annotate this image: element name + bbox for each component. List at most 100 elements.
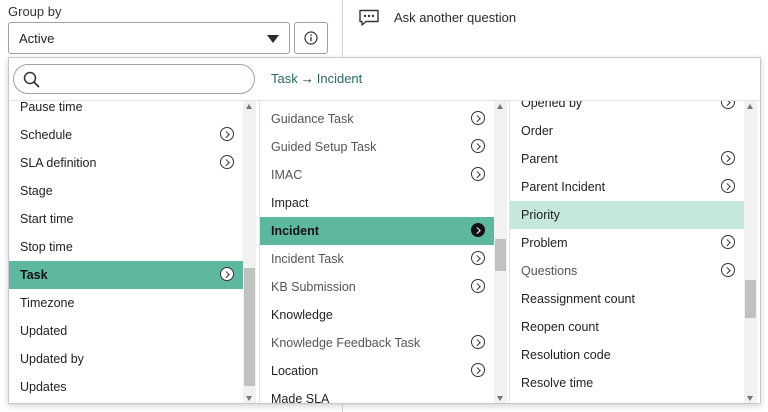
list-item[interactable]: Timezone bbox=[9, 289, 243, 317]
chevron-right-circle-icon[interactable] bbox=[220, 155, 234, 169]
search-icon bbox=[23, 71, 40, 88]
list-item[interactable]: IMAC bbox=[260, 161, 494, 189]
list-item-label: Parent bbox=[521, 152, 558, 166]
list-item[interactable]: Problem bbox=[510, 229, 744, 257]
info-icon bbox=[304, 31, 318, 45]
chat-bubble-icon bbox=[359, 9, 379, 26]
list-item-label: Reopen count bbox=[521, 320, 599, 334]
scrollbar[interactable] bbox=[243, 101, 256, 403]
list-item[interactable]: Updated bbox=[9, 317, 243, 345]
top-bar: Group by Active Ask another question bbox=[0, 0, 768, 60]
list-item-label: Updated bbox=[20, 324, 68, 338]
list-item[interactable]: Knowledge bbox=[260, 301, 494, 329]
info-button[interactable] bbox=[294, 22, 328, 54]
scroll-down-icon[interactable] bbox=[497, 396, 503, 401]
list-item[interactable]: Start time bbox=[9, 205, 243, 233]
list-item-label: Problem bbox=[521, 236, 568, 250]
list-item-label: Timezone bbox=[20, 296, 75, 310]
scroll-down-icon[interactable] bbox=[747, 396, 753, 401]
list-item-label: Incident Task bbox=[271, 252, 344, 266]
list-item[interactable]: KB Submission bbox=[260, 273, 494, 301]
breadcrumb-incident[interactable]: Incident bbox=[317, 71, 363, 86]
chevron-right-circle-icon[interactable] bbox=[721, 101, 735, 109]
list-item[interactable]: Impact bbox=[260, 189, 494, 217]
list-item[interactable]: Opened by bbox=[510, 101, 744, 117]
scrollbar[interactable] bbox=[744, 101, 757, 403]
scroll-up-icon[interactable] bbox=[497, 104, 503, 109]
chevron-right-circle-icon[interactable] bbox=[721, 263, 735, 277]
list-item-label: Guidance Task bbox=[271, 112, 354, 126]
chevron-right-circle-icon[interactable] bbox=[220, 267, 234, 281]
list-item[interactable]: Questions bbox=[510, 257, 744, 285]
list-item-label: Made SLA bbox=[271, 392, 330, 404]
chevron-right-circle-icon[interactable] bbox=[471, 223, 485, 237]
chevron-right-circle-icon[interactable] bbox=[471, 139, 485, 153]
list-item[interactable]: Parent bbox=[510, 145, 744, 173]
ask-label: Ask another question bbox=[394, 10, 517, 25]
list-item-label: Impact bbox=[271, 196, 309, 210]
list-item-label: Guided Setup Task bbox=[271, 140, 377, 154]
group-by-select[interactable]: Active bbox=[8, 22, 290, 54]
list-item[interactable]: Updated by bbox=[9, 345, 243, 373]
chevron-right-circle-icon[interactable] bbox=[471, 251, 485, 265]
list-item[interactable]: Guided Setup Task bbox=[260, 133, 494, 161]
list-item-label: Schedule bbox=[20, 128, 73, 142]
list-item-label: Stop time bbox=[20, 240, 73, 254]
chevron-right-circle-icon[interactable] bbox=[721, 151, 735, 165]
list-item[interactable]: Incident Task bbox=[260, 245, 494, 273]
field-column-3: Opened by Order Parent Parent Incident Prior… bbox=[510, 101, 760, 403]
group-by-label: Group by bbox=[8, 4, 62, 19]
list-item[interactable]: Schedule bbox=[9, 121, 243, 149]
group-by-value: Active bbox=[19, 31, 55, 46]
list-item-label: KB Submission bbox=[271, 280, 356, 294]
list-item[interactable]: Knowledge Feedback Task bbox=[260, 329, 494, 357]
list-item[interactable]: Parent Incident bbox=[510, 173, 744, 201]
list-item[interactable]: Priority bbox=[510, 201, 744, 229]
list-item[interactable]: Resolve time bbox=[510, 369, 744, 397]
caret-down-icon bbox=[267, 35, 279, 43]
list-item[interactable]: Stop time bbox=[9, 233, 243, 261]
list-item[interactable]: Reopen count bbox=[510, 313, 744, 341]
list-item[interactable]: Task bbox=[9, 261, 243, 289]
list-item-label: Questions bbox=[521, 264, 578, 278]
chevron-right-circle-icon[interactable] bbox=[471, 111, 485, 125]
list-item-label: Resolve time bbox=[521, 376, 594, 390]
chevron-right-circle-icon[interactable] bbox=[220, 127, 234, 141]
chevron-right-circle-icon[interactable] bbox=[721, 179, 735, 193]
field-picker-dropdown: Task → Incident Pause time Schedule SLA defi… bbox=[8, 57, 761, 404]
list-item[interactable]: Resolution code bbox=[510, 341, 744, 369]
list-item-label: Task bbox=[20, 268, 48, 282]
list-item[interactable]: Made SLA bbox=[260, 385, 494, 404]
list-item[interactable]: Incident bbox=[260, 217, 494, 245]
scroll-thumb[interactable] bbox=[495, 239, 506, 271]
list-item[interactable]: Pause time bbox=[9, 101, 243, 121]
search-box[interactable] bbox=[13, 64, 255, 94]
list-item[interactable]: Guidance Task bbox=[260, 105, 494, 133]
scroll-thumb[interactable] bbox=[244, 268, 255, 386]
list-item-label: Reassignment count bbox=[521, 292, 635, 306]
scrollbar[interactable] bbox=[494, 101, 507, 403]
list-item-label: Updates bbox=[20, 380, 67, 394]
scroll-up-icon[interactable] bbox=[747, 104, 753, 109]
chevron-right-circle-icon[interactable] bbox=[471, 167, 485, 181]
chevron-right-circle-icon[interactable] bbox=[471, 363, 485, 377]
search-input[interactable] bbox=[46, 69, 250, 91]
list-item[interactable]: Stage bbox=[9, 177, 243, 205]
list-item-label: Updated by bbox=[20, 352, 84, 366]
list-item[interactable]: Reassignment count bbox=[510, 285, 744, 313]
scroll-down-icon[interactable] bbox=[246, 396, 252, 401]
breadcrumb-task[interactable]: Task bbox=[271, 71, 298, 86]
list-item[interactable]: SLA definition bbox=[9, 149, 243, 177]
list-item-label: SLA definition bbox=[20, 156, 97, 170]
chevron-right-circle-icon[interactable] bbox=[471, 335, 485, 349]
scroll-up-icon[interactable] bbox=[246, 104, 252, 109]
scroll-thumb[interactable] bbox=[745, 280, 756, 318]
list-item[interactable]: Updates bbox=[9, 373, 243, 401]
list-item-label: Order bbox=[521, 124, 553, 138]
list-item[interactable]: Location bbox=[260, 357, 494, 385]
list-item-label: Resolution code bbox=[521, 348, 611, 362]
list-item[interactable]: Order bbox=[510, 117, 744, 145]
chevron-right-circle-icon[interactable] bbox=[471, 279, 485, 293]
chevron-right-circle-icon[interactable] bbox=[721, 235, 735, 249]
list-item-label: Parent Incident bbox=[521, 180, 606, 194]
